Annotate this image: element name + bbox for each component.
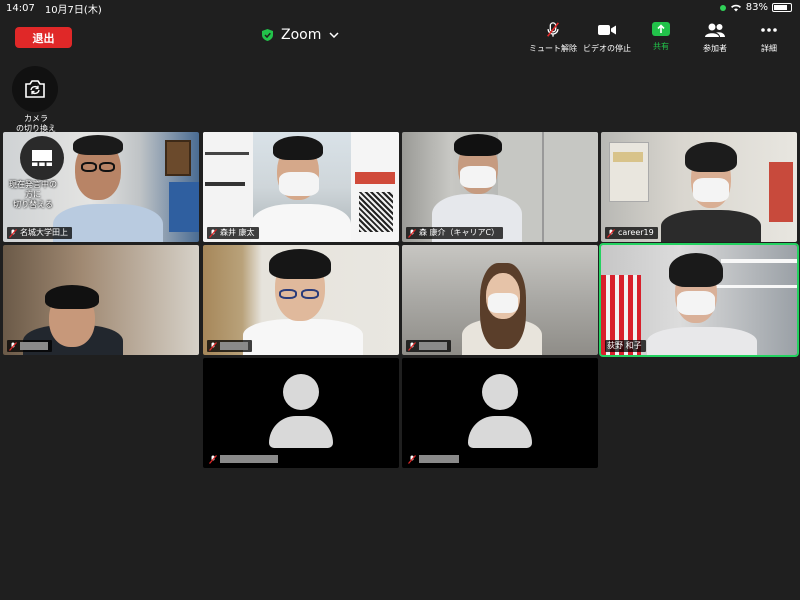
participant-name-tag <box>207 453 282 465</box>
mic-muted-icon <box>9 341 17 351</box>
participant-name: 森 康介（キャリアC） <box>419 228 500 237</box>
wifi-icon <box>730 4 741 12</box>
camera-rotate-icon <box>25 80 45 98</box>
speaker-view-switch-label: 現在発言中の 方に 切り替える <box>9 180 57 209</box>
redacted-name <box>419 455 459 463</box>
video-tile-active-speaker[interactable]: 荻野 和子 <box>599 243 799 357</box>
meeting-title-button[interactable]: Zoom <box>262 25 339 45</box>
participant-name-tag: 名城大学田上 <box>7 227 72 239</box>
redacted-name <box>419 342 447 350</box>
share-icon <box>652 22 670 36</box>
redacted-name <box>220 342 248 350</box>
participant-name: 森井 康太 <box>220 228 255 237</box>
participant-name-tag <box>207 340 252 352</box>
avatar-placeholder-body <box>269 416 333 448</box>
chevron-down-icon <box>329 32 339 38</box>
participant-name: 荻野 和子 <box>607 341 642 350</box>
mic-muted-icon <box>209 341 217 351</box>
mic-muted-icon <box>9 228 17 238</box>
speaker-view-icon <box>32 150 52 166</box>
video-tile[interactable] <box>402 245 598 355</box>
participant-name: career19 <box>618 228 654 237</box>
mic-muted-icon <box>408 454 416 464</box>
video-camera-icon <box>598 25 616 35</box>
camera-in-use-dot-icon <box>719 4 726 11</box>
participants-icon <box>705 23 725 37</box>
video-tile[interactable] <box>203 245 399 355</box>
mic-muted-icon <box>408 341 416 351</box>
unmute-label: ミュート解除 <box>529 44 577 53</box>
video-tile[interactable]: 森井 康太 <box>203 132 399 242</box>
mic-muted-icon <box>607 228 615 238</box>
battery-icon <box>772 3 792 12</box>
share-button[interactable]: 共有 <box>634 22 688 54</box>
share-label: 共有 <box>653 42 669 51</box>
status-date: 10月7日(木) <box>44 4 102 16</box>
avatar-placeholder-head <box>482 374 518 410</box>
participant-name-tag <box>7 340 52 352</box>
avatar-placeholder-body <box>468 416 532 448</box>
participants-button[interactable]: 参加者 <box>688 22 742 54</box>
redacted-name <box>20 342 48 350</box>
participant-name-tag <box>406 340 451 352</box>
status-indicators: 83% <box>719 2 792 13</box>
meeting-title: Zoom <box>281 27 322 43</box>
participant-name-tag: career19 <box>605 227 658 239</box>
participant-name-tag: 森井 康太 <box>207 227 259 239</box>
speaker-view-switch-button[interactable] <box>20 136 64 180</box>
participant-name: 名城大学田上 <box>20 228 68 237</box>
mic-muted-icon <box>209 228 217 238</box>
status-bar: 14:07 10月7日(木) 83% <box>0 0 800 16</box>
participant-name-tag: 森 康介（キャリアC） <box>406 227 504 239</box>
status-time: 14:07 <box>6 2 35 14</box>
encryption-shield-icon <box>262 29 273 41</box>
leave-button[interactable]: 退出 <box>15 27 72 48</box>
more-dots-icon <box>761 28 777 32</box>
video-off-tile[interactable] <box>203 358 399 468</box>
mic-muted-icon <box>209 454 217 464</box>
video-tile[interactable]: career19 <box>601 132 797 242</box>
video-tile[interactable] <box>3 245 199 355</box>
mic-muted-icon <box>408 228 416 238</box>
stop-video-label: ビデオの停止 <box>583 44 631 53</box>
battery-percent: 83% <box>745 2 768 13</box>
stop-video-button[interactable]: ビデオの停止 <box>580 22 634 54</box>
more-button[interactable]: 詳細 <box>742 22 796 54</box>
video-tile[interactable]: 森 康介（キャリアC） <box>402 132 598 242</box>
video-off-tile[interactable] <box>402 358 598 468</box>
redacted-name <box>220 455 278 463</box>
avatar-placeholder-head <box>283 374 319 410</box>
mic-muted-icon <box>547 22 559 37</box>
more-label: 詳細 <box>761 44 777 53</box>
participant-name-tag: 荻野 和子 <box>605 340 646 352</box>
participant-name-tag <box>406 453 463 465</box>
meeting-toolbar: ミュート解除 ビデオの停止 共有 参加者 詳細 <box>526 22 796 54</box>
participants-label: 参加者 <box>703 44 727 53</box>
camera-switch-button[interactable] <box>12 66 58 112</box>
unmute-button[interactable]: ミュート解除 <box>526 22 580 54</box>
camera-switch-label: カメラ の切り換え <box>16 114 56 133</box>
